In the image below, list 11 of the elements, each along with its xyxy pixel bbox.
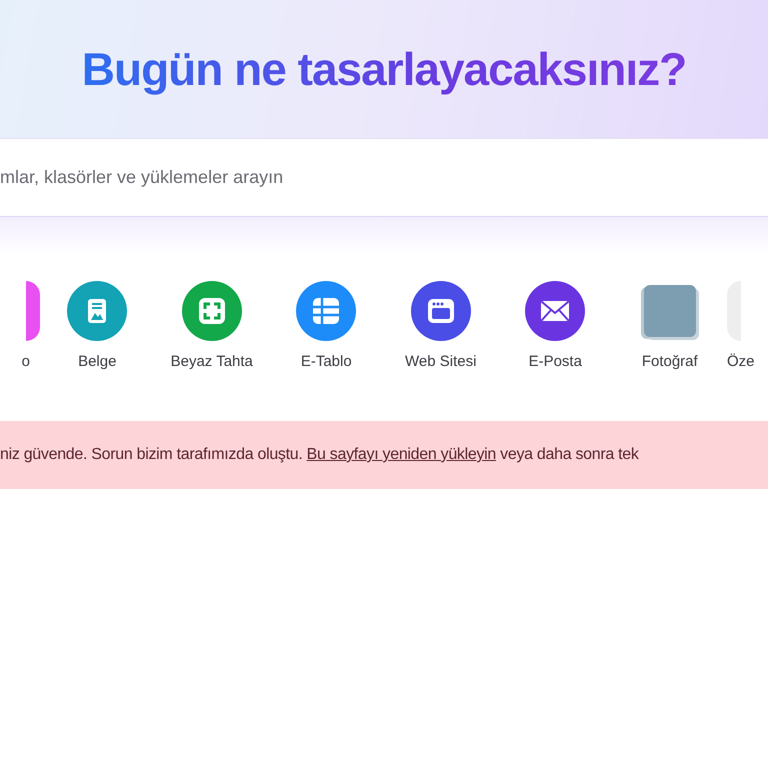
category-label[interactable]: Web Sitesi bbox=[405, 353, 476, 370]
category-label[interactable]: E-Tablo bbox=[300, 353, 352, 370]
search-field[interactable]: mlar, klasörler ve yüklemeler arayın bbox=[0, 138, 768, 217]
category-label[interactable]: Belge bbox=[78, 353, 116, 370]
category-label[interactable]: Öze bbox=[727, 353, 755, 370]
category-label[interactable]: Fotoğraf bbox=[642, 353, 698, 370]
error-message: niz güvende. Sorun bizim tarafımızda oluştu. Bu sayfayı yeniden yükleyin veya daha sonra tek bbox=[0, 446, 639, 464]
category-label[interactable]: E-Posta bbox=[528, 353, 582, 370]
category-label[interactable]: o bbox=[22, 353, 30, 370]
reload-link[interactable]: Bu sayfayı yeniden yükleyin bbox=[306, 446, 496, 463]
category-label[interactable]: Beyaz Tahta bbox=[170, 353, 253, 370]
